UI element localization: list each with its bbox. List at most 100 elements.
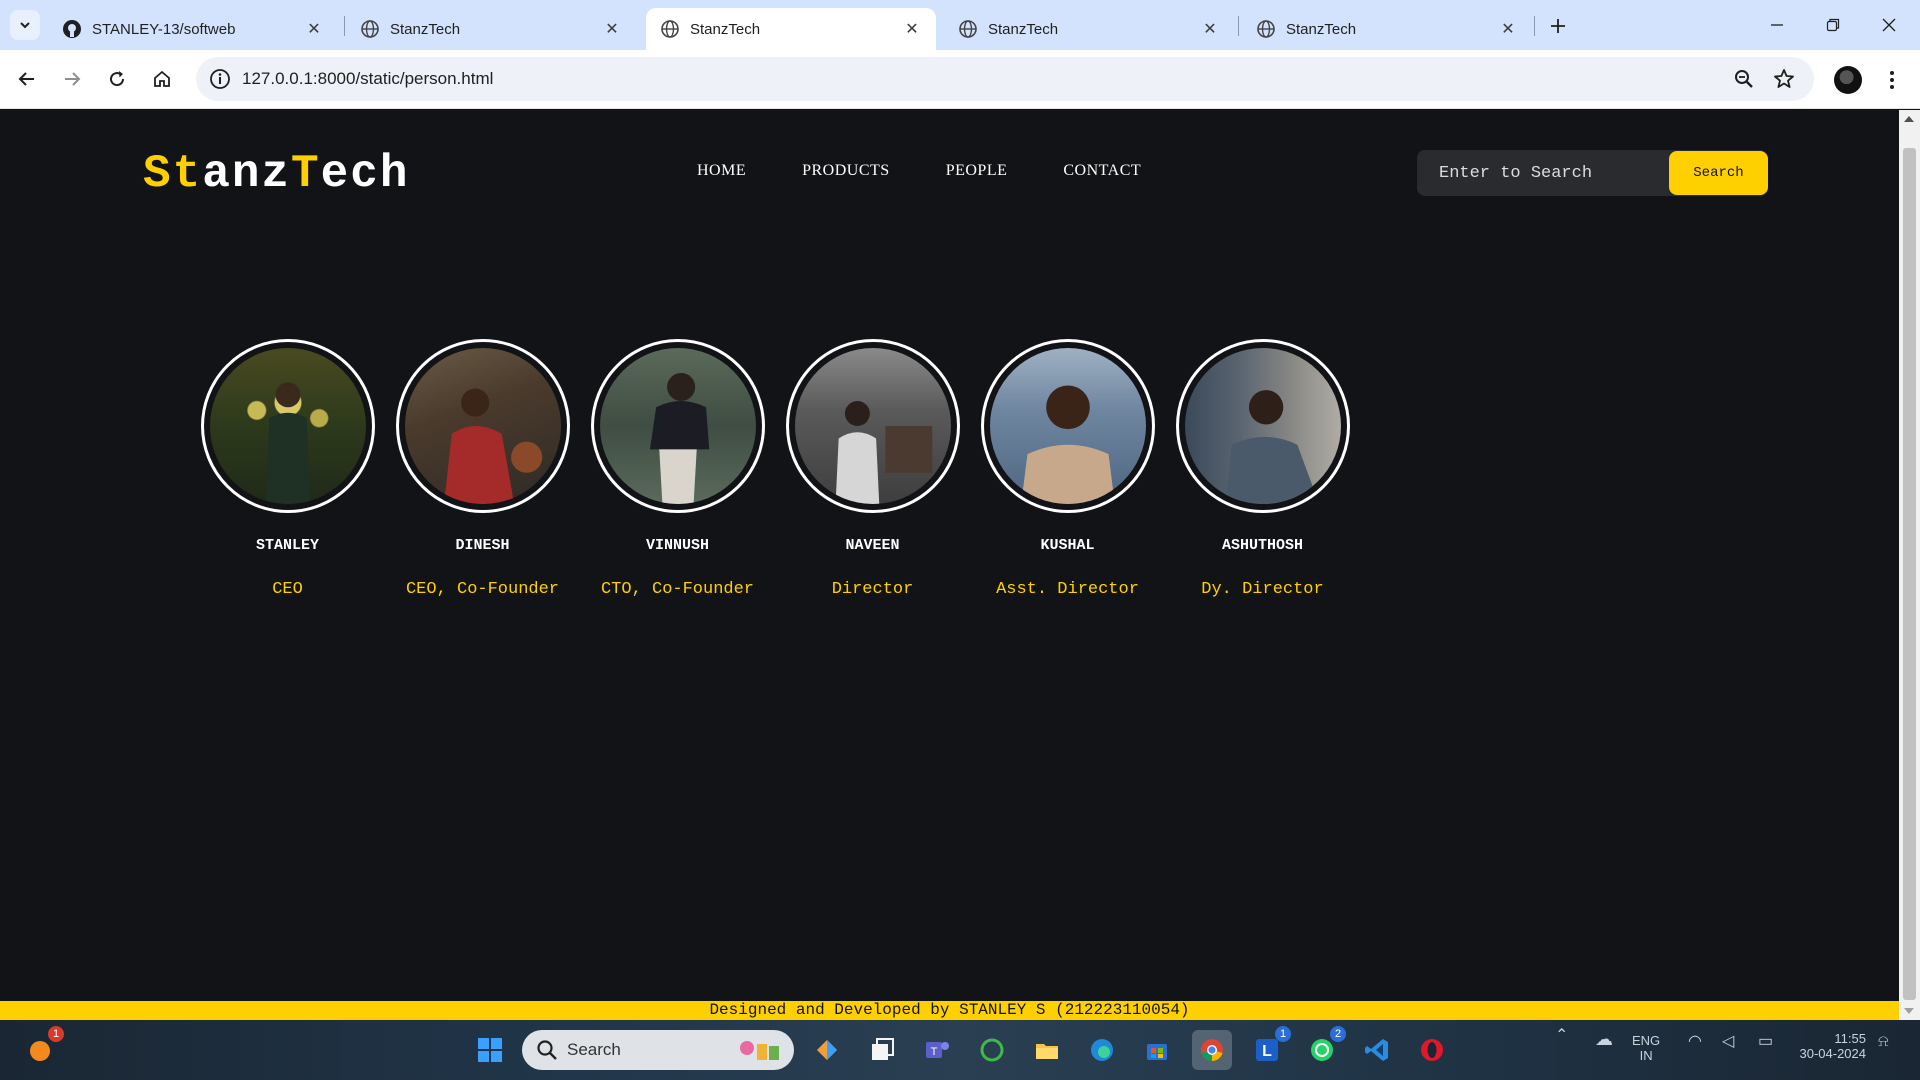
- tab-title: StanzTech: [390, 20, 461, 38]
- folder-icon: [1036, 1044, 1058, 1059]
- minimize-icon: [1771, 24, 1783, 26]
- taskbar-search[interactable]: Search: [522, 1030, 794, 1070]
- speaker-icon[interactable]: ◁: [1722, 1034, 1734, 1050]
- globe-icon: [1256, 19, 1276, 39]
- windows-taskbar: 1 Search T L 1 2 ⌃ ☁ ENG IN ◠ ◁ ▭ 11:55 …: [0, 1020, 1920, 1080]
- person-name: NAVEEN: [845, 537, 900, 554]
- person-name: KUSHAL: [1040, 537, 1095, 554]
- network-icon[interactable]: ☁: [1595, 1030, 1613, 1048]
- site-info-icon[interactable]: [208, 67, 232, 91]
- silhouette: [1225, 390, 1319, 504]
- globe-icon: [660, 19, 680, 39]
- tray-language[interactable]: ENG IN: [1632, 1033, 1660, 1063]
- close-icon[interactable]: ✕: [304, 19, 324, 39]
- page-scrollbar[interactable]: [1899, 110, 1920, 1020]
- taskbar-whatsapp[interactable]: 2: [1302, 1026, 1346, 1070]
- taskbar-circle-app[interactable]: [972, 1030, 1012, 1070]
- bookmark-star-icon[interactable]: [1772, 67, 1796, 91]
- svg-text:L: L: [1262, 1043, 1272, 1060]
- minimize-button[interactable]: [1754, 8, 1800, 42]
- chrome-browser-icon: [1201, 1039, 1223, 1061]
- nav-home[interactable]: HOME: [697, 162, 746, 180]
- plus-icon: [1551, 19, 1565, 33]
- person-name: DINESH: [455, 537, 510, 554]
- close-icon[interactable]: ✕: [602, 19, 622, 39]
- weather-sun-icon: [30, 1041, 50, 1061]
- person-role: Dy. Director: [1201, 580, 1324, 599]
- logo-part: T: [291, 148, 321, 200]
- search-button[interactable]: Search: [1669, 151, 1768, 195]
- tab-title: StanzTech: [690, 20, 761, 38]
- nav-products[interactable]: PRODUCTS: [802, 162, 890, 180]
- restore-button[interactable]: [1810, 8, 1856, 42]
- notification-bell-icon[interactable]: ⍾: [1878, 1034, 1889, 1050]
- taskbar-l-app[interactable]: L 1: [1247, 1026, 1291, 1070]
- tray-clock[interactable]: 11:55 30-04-2024: [1786, 1031, 1867, 1061]
- battery-icon[interactable]: ▭: [1758, 1034, 1773, 1050]
- weather-widget[interactable]: 1: [20, 1026, 64, 1070]
- page-footer: Designed and Developed by STANLEY S (212…: [0, 1001, 1899, 1020]
- back-button[interactable]: [10, 62, 44, 96]
- taskbar-opera[interactable]: [1412, 1030, 1452, 1070]
- address-bar[interactable]: 127.0.0.1:8000/static/person.html: [196, 57, 1814, 101]
- person-card: VINNUSH CTO, Co-Founder: [580, 339, 775, 599]
- person-photo: [209, 348, 366, 504]
- tab-3-active[interactable]: StanzTech ✕: [646, 8, 936, 50]
- restore-icon: [1826, 18, 1840, 32]
- new-tab-button[interactable]: [1544, 12, 1572, 40]
- scroll-thumb[interactable]: [1903, 148, 1916, 1000]
- taskbar-app-preview[interactable]: [807, 1030, 847, 1070]
- taskbar-task-view[interactable]: [862, 1030, 902, 1070]
- start-button[interactable]: [470, 1030, 510, 1070]
- silhouette: [835, 401, 932, 504]
- close-icon[interactable]: ✕: [902, 19, 922, 39]
- wifi-icon[interactable]: ◠: [1688, 1034, 1702, 1050]
- search-input[interactable]: [1439, 150, 1679, 196]
- browser-menu-kebab-icon[interactable]: [1880, 66, 1904, 94]
- whatsapp-icon: [1311, 1039, 1333, 1061]
- logo-part: anz: [202, 148, 292, 200]
- person-photo: [1184, 348, 1341, 504]
- tab-4[interactable]: StanzTech ✕: [944, 8, 1234, 50]
- taskbar-teams[interactable]: T: [917, 1030, 957, 1070]
- taskbar-chrome[interactable]: [1192, 1030, 1232, 1070]
- person-card: STANLEY CEO: [190, 339, 385, 599]
- nav-contact[interactable]: CONTACT: [1063, 162, 1141, 180]
- person-avatar: [200, 339, 375, 513]
- preview-app-icon: [817, 1040, 837, 1060]
- person-avatar: [590, 339, 765, 513]
- forward-button[interactable]: [55, 62, 89, 96]
- tab-separator: [1534, 16, 1535, 36]
- close-window-button[interactable]: [1866, 8, 1912, 42]
- close-icon[interactable]: ✕: [1498, 19, 1518, 39]
- tab-2[interactable]: StanzTech ✕: [346, 8, 636, 50]
- person-avatar: [980, 339, 1155, 513]
- taskbar-edge[interactable]: [1082, 1030, 1122, 1070]
- scroll-down-arrow-icon[interactable]: [1904, 1008, 1914, 1014]
- reload-button[interactable]: [100, 62, 134, 96]
- person-name: STANLEY: [255, 537, 319, 554]
- nav-people[interactable]: PEOPLE: [946, 162, 1008, 180]
- arrow-left-icon: [18, 72, 34, 86]
- person-role: CEO, Co-Founder: [405, 580, 560, 599]
- site-logo[interactable]: StanzTech: [143, 148, 409, 200]
- address-url[interactable]: 127.0.0.1:8000/static/person.html: [242, 57, 493, 101]
- tray-chevron-up-icon[interactable]: ⌃: [1555, 1028, 1568, 1044]
- profile-avatar[interactable]: [1834, 66, 1862, 94]
- tab-1[interactable]: STANLEY-13/softweb ✕: [48, 8, 338, 50]
- close-icon[interactable]: ✕: [1200, 19, 1220, 39]
- person-photo: [404, 348, 561, 504]
- lang-secondary: IN: [1639, 1048, 1653, 1063]
- taskbar-store[interactable]: [1137, 1030, 1177, 1070]
- taskbar-vscode[interactable]: [1357, 1030, 1397, 1070]
- site-nav: HOME PRODUCTS PEOPLE CONTACT: [697, 162, 1197, 180]
- zoom-icon[interactable]: [1732, 67, 1756, 91]
- scroll-up-arrow-icon[interactable]: [1904, 116, 1914, 122]
- search-highlight-icon: [740, 1041, 779, 1060]
- taskbar-file-explorer[interactable]: [1027, 1030, 1067, 1070]
- tab-search-menu-button[interactable]: [10, 10, 40, 40]
- clock-time: 11:55: [1834, 1031, 1866, 1046]
- person-photo: [794, 348, 951, 504]
- home-button[interactable]: [145, 62, 179, 96]
- tab-5[interactable]: StanzTech ✕: [1242, 8, 1532, 50]
